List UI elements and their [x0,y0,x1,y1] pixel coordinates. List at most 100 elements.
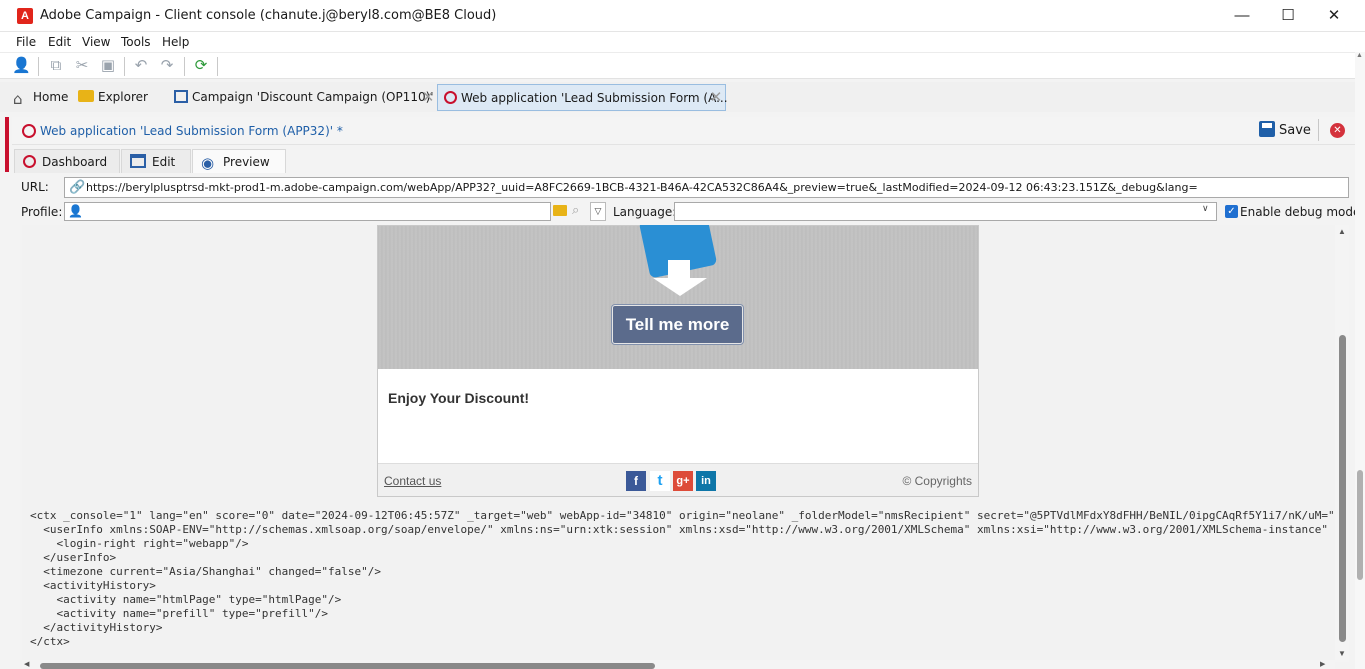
arrow-stem [668,260,690,278]
copyright-text: © Copyrights [902,474,972,488]
debug-xml-output: <ctx _console="1" lang="en" score="0" da… [30,509,1335,649]
tab-explorer-label: Explorer [98,90,148,104]
home-icon: ⌂ [13,90,23,108]
google-plus-icon[interactable]: g+ [673,471,693,491]
url-field[interactable]: 🔗 https://berylplusptrsd-mkt-prod1-m.ado… [64,177,1349,198]
hero-banner: Tell me more [378,225,978,369]
maximize-button[interactable]: ☐ [1265,0,1311,32]
debug-xml-line: </userInfo> [30,551,117,564]
tab-dashboard-label: Dashboard [42,155,108,169]
preview-horizontal-scrollbar[interactable]: ◀ ▶ [22,660,1335,669]
debug-xml-line: <login-right right="webapp"/> [30,537,249,550]
linkedin-icon[interactable]: in [696,471,716,491]
tab-webapp[interactable]: Web application 'Lead Submission Form (A… [437,84,728,111]
new-user-icon[interactable]: 👤 [12,57,31,75]
save-button[interactable]: Save [1259,121,1311,141]
menu-edit[interactable]: Edit [48,35,71,49]
debug-mode-checkbox[interactable]: ✓ [1225,205,1238,218]
close-window-button[interactable]: ✕ [1311,0,1357,32]
undo-icon[interactable]: ↶ [132,57,150,75]
toolbar: 👤 ⧉ ✂ ▣ ↶ ↷ ⟳ [0,52,1365,79]
tell-me-more-button[interactable]: Tell me more [612,305,743,344]
close-tab-icon[interactable]: ✕ [708,84,724,111]
scroll-left-icon[interactable]: ◀ [24,660,29,668]
save-disk-icon [1259,121,1275,137]
twitter-icon[interactable]: t [650,471,670,491]
document-title: Web application 'Lead Submission Form (A… [40,124,343,138]
webapp-icon [22,124,36,138]
scroll-up-icon[interactable]: ▲ [1356,52,1363,59]
document-header: Web application 'Lead Submission Form (A… [12,117,1355,145]
email-preview: Tell me more Enjoy Your Discount! Contac… [377,225,979,497]
adobe-campaign-logo-icon: A [17,8,33,24]
vertical-scroll-thumb[interactable] [1339,335,1346,642]
chevron-down-icon: ∨ [1202,204,1209,214]
window-scroll-thumb[interactable] [1357,470,1363,580]
toolbar-separator [217,57,218,76]
link-icon: 🔗 [69,180,86,195]
document-tab-bar: ⌂ Home Explorer Campaign 'Discount Campai… [0,82,1365,112]
save-label: Save [1279,123,1311,138]
folder-icon[interactable] [553,205,567,216]
scroll-up-icon[interactable]: ▲ [1338,227,1346,236]
url-value: https://berylplusptrsd-mkt-prod1-m.adobe… [86,181,1198,194]
menu-view[interactable]: View [82,35,110,49]
profile-field[interactable]: 👤 [64,202,551,221]
window-vertical-scrollbar[interactable]: ▲ [1355,52,1365,669]
tab-home-label: Home [33,90,69,104]
close-document-icon[interactable]: ✕ [1330,123,1345,138]
down-arrow-icon [653,278,707,296]
tab-edit-label: Edit [152,155,176,169]
preview-vertical-scrollbar[interactable]: ▲ ▼ [1335,225,1349,662]
tab-preview-label: Preview [223,155,270,169]
active-indicator [5,117,9,172]
menu-help[interactable]: Help [162,35,189,49]
preview-pane: Tell me more Enjoy Your Discount! Contac… [22,225,1335,662]
profile-label: Profile: [21,205,63,219]
toolbar-separator [184,57,185,76]
toolbar-separator [38,57,39,76]
dashboard-icon [23,155,36,168]
scroll-down-icon[interactable]: ▼ [1338,649,1346,658]
campaign-icon [174,90,188,103]
tab-home[interactable]: ⌂ Home [13,84,68,111]
close-tab-icon[interactable]: ✕ [420,84,436,111]
debug-xml-line: </ctx> [30,635,70,648]
debug-xml-line: <userInfo xmlns:SOAP-ENV="http://schemas… [30,523,1335,536]
copy-icon[interactable]: ⧉ [47,57,65,75]
toolbar-separator [124,57,125,76]
minimize-button[interactable]: — [1219,0,1265,32]
search-icon[interactable]: ⌕ [572,202,579,218]
debug-xml-line: </activityHistory> [30,621,163,634]
redo-icon[interactable]: ↷ [158,57,176,75]
header-separator [1318,119,1319,141]
menu-bar: File Edit View Tools Help [0,32,1365,52]
facebook-icon[interactable]: f [626,471,646,491]
debug-xml-line: <activity name="htmlPage" type="htmlPage… [30,593,342,606]
cut-icon[interactable]: ✂ [73,57,91,75]
debug-mode-label: Enable debug mode [1240,205,1361,219]
scroll-right-icon[interactable]: ▶ [1320,660,1325,668]
refresh-icon[interactable]: ⟳ [192,57,210,75]
profile-dropdown-chevron-icon[interactable]: ▽ [590,202,606,221]
edit-form-icon [130,154,146,168]
menu-tools[interactable]: Tools [121,35,151,49]
tab-preview[interactable]: ◉ Preview [192,149,286,173]
folder-icon [78,90,94,102]
window-title: Adobe Campaign - Client console (chanute… [40,8,497,23]
debug-xml-line: <activity name="prefill" type="prefill"/… [30,607,329,620]
horizontal-scroll-thumb[interactable] [40,663,655,669]
email-heading: Enjoy Your Discount! [388,390,530,406]
contact-us-link[interactable]: Contact us [384,474,441,488]
tab-edit[interactable]: Edit [121,149,191,173]
webapp-icon [444,91,457,104]
person-icon: 👤 [68,204,83,218]
menu-file[interactable]: File [16,35,36,49]
tab-explorer[interactable]: Explorer [78,84,148,111]
debug-xml-line: <timezone current="Asia/Shanghai" change… [30,565,381,578]
tab-campaign[interactable]: Campaign 'Discount Campaign (OP110)' [174,84,434,111]
tab-dashboard[interactable]: Dashboard [14,149,120,173]
email-footer: Contact us f t g+ in © Copyrights [378,463,978,496]
paste-icon[interactable]: ▣ [99,57,117,75]
language-select[interactable]: ∨ [674,202,1217,221]
